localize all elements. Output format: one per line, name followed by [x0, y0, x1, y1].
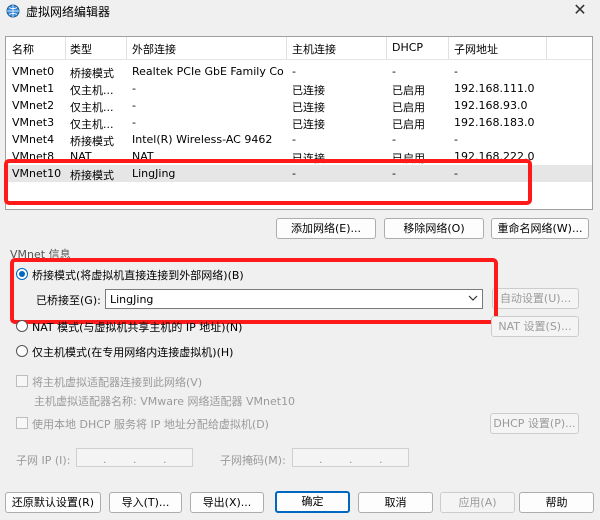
table-cell: 仅主机... — [70, 118, 114, 131]
chevron-down-icon — [468, 295, 478, 301]
table-cell: VMnet8 — [12, 150, 55, 163]
table-row[interactable]: VMnet4 桥接模式 Intel(R) Wireless-AC 9462 - - - — [6, 131, 592, 148]
cancel-button[interactable]: 取消 — [358, 492, 433, 513]
table-cell: 已启用 — [392, 152, 425, 165]
hostonly-label[interactable]: 仅主机模式(在专用网络内连接虚拟机)(H) — [32, 344, 233, 360]
table-cell: VMnet0 — [12, 65, 55, 78]
table-cell: NAT — [70, 150, 92, 163]
table-row[interactable]: VMnet1 仅主机... - 已连接 已启用 192.168.111.0 — [6, 80, 592, 97]
network-globe-icon — [6, 4, 20, 18]
window-title: 虚拟网络编辑器 — [26, 5, 111, 19]
bridged-to-label: 已桥接至(G): — [36, 294, 101, 307]
add-network-button[interactable]: 添加网络(E)... — [276, 218, 376, 239]
title-bar: 虚拟网络编辑器 ✕ — [0, 0, 600, 22]
table-cell: 已连接 — [292, 152, 325, 165]
table-cell: 192.168.183.0 — [454, 116, 535, 129]
table-cell: 192.168.111.0 — [454, 82, 535, 95]
subnet-mask-label: 子网掩码(M): — [220, 454, 286, 467]
import-button[interactable]: 导入(T)... — [109, 492, 182, 513]
nat-settings-button[interactable]: NAT 设置(S)... — [491, 316, 579, 337]
table-cell: - — [392, 65, 396, 78]
bridged-to-value: LingJing — [110, 293, 154, 306]
table-cell: - — [132, 116, 136, 129]
list-header: 名称 类型 外部连接 主机连接 DHCP 子网地址 — [6, 37, 592, 60]
table-cell: VMnet2 — [12, 99, 55, 112]
connect-adapter-label[interactable]: 将主机虚拟适配器连接到此网络(V) — [32, 374, 202, 390]
close-icon[interactable]: ✕ — [570, 0, 590, 20]
bridged-to-select[interactable]: LingJing — [105, 289, 483, 309]
table-cell: 已连接 — [292, 101, 325, 114]
table-cell: - — [392, 167, 396, 180]
table-cell: VMnet1 — [12, 82, 55, 95]
table-cell: 桥接模式 — [70, 67, 114, 80]
nat-radio[interactable] — [16, 320, 28, 332]
table-cell: 已启用 — [392, 101, 425, 114]
table-cell: - — [292, 167, 296, 180]
bridged-radio[interactable] — [16, 268, 28, 280]
table-cell: LingJing — [132, 167, 176, 180]
bridged-label[interactable]: 桥接模式(将虚拟机直接连接到外部网络)(B) — [32, 267, 244, 283]
table-row[interactable]: VMnet10 桥接模式 LingJing - - - — [6, 165, 592, 182]
adapter-name-label: 主机虚拟适配器名称: VMware 网络适配器 VMnet10 — [34, 395, 296, 408]
auto-settings-button[interactable]: 自动设置(U)... — [492, 288, 579, 309]
table-cell: - — [132, 82, 136, 95]
table-cell: VMnet4 — [12, 133, 55, 146]
table-cell: 桥接模式 — [70, 169, 114, 182]
dhcp-label[interactable]: 使用本地 DHCP 服务将 IP 地址分配给虚拟机(D) — [32, 416, 269, 432]
table-cell: - — [454, 65, 458, 78]
subnet-ip-field[interactable]: ... — [76, 448, 193, 467]
table-cell: 192.168.222.0 — [454, 150, 535, 163]
vmnet-info-label: VMnet 信息 — [10, 248, 71, 261]
remove-network-button[interactable]: 移除网络(O) — [384, 218, 484, 239]
table-cell: VMnet3 — [12, 116, 55, 129]
table-cell: - — [454, 167, 458, 180]
table-cell: Realtek PCIe GbE Family Co... — [132, 65, 284, 78]
table-cell: Intel(R) Wireless-AC 9462 — [132, 133, 273, 146]
header-host[interactable]: 主机连接 — [292, 41, 336, 57]
apply-button[interactable]: 应用(A) — [440, 492, 515, 513]
table-cell: VMnet10 — [12, 167, 62, 180]
ok-button[interactable]: 确定 — [275, 491, 350, 513]
table-cell: - — [132, 99, 136, 112]
table-cell: 192.168.93.0 — [454, 99, 528, 112]
table-row[interactable]: VMnet0 桥接模式 Realtek PCIe GbE Family Co... -… — [6, 63, 592, 80]
header-type[interactable]: 类型 — [70, 41, 92, 57]
network-list[interactable]: 名称 类型 外部连接 主机连接 DHCP 子网地址 VMnet0 桥接模式 Real… — [5, 36, 593, 210]
table-row[interactable]: VMnet2 仅主机... - 已连接 已启用 192.168.93.0 — [6, 97, 592, 114]
help-button[interactable]: 帮助 — [519, 492, 594, 513]
table-cell: - — [292, 65, 296, 78]
table-cell: - — [454, 133, 458, 146]
hostonly-radio[interactable] — [16, 345, 28, 357]
table-cell: 已连接 — [292, 118, 325, 131]
connect-adapter-checkbox[interactable] — [16, 375, 28, 387]
table-cell: - — [292, 133, 296, 146]
table-cell: 已启用 — [392, 84, 425, 97]
export-button[interactable]: 导出(X)... — [190, 492, 264, 513]
table-row[interactable]: VMnet8 NAT NAT 已连接 已启用 192.168.222.0 — [6, 148, 592, 165]
table-cell: 仅主机... — [70, 101, 114, 114]
header-dhcp[interactable]: DHCP — [392, 41, 423, 54]
table-cell: 仅主机... — [70, 84, 114, 97]
header-external[interactable]: 外部连接 — [132, 41, 176, 57]
dhcp-settings-button[interactable]: DHCP 设置(P)... — [490, 413, 579, 434]
subnet-mask-field[interactable]: ... — [292, 448, 409, 467]
nat-label[interactable]: NAT 模式(与虚拟机共享主机的 IP 地址)(N) — [32, 319, 242, 335]
table-cell: - — [392, 133, 396, 146]
dhcp-checkbox[interactable] — [16, 417, 28, 429]
table-cell: NAT — [132, 150, 154, 163]
table-row[interactable]: VMnet3 仅主机... - 已连接 已启用 192.168.183.0 — [6, 114, 592, 131]
rename-network-button[interactable]: 重命名网络(W)... — [491, 218, 589, 239]
table-cell: 已启用 — [392, 118, 425, 131]
header-subnet[interactable]: 子网地址 — [454, 41, 498, 57]
header-name[interactable]: 名称 — [12, 41, 34, 57]
table-cell: 桥接模式 — [70, 135, 114, 148]
subnet-ip-label: 子网 IP (I): — [16, 454, 71, 467]
restore-defaults-button[interactable]: 还原默认设置(R) — [5, 492, 101, 513]
table-cell: 已连接 — [292, 84, 325, 97]
